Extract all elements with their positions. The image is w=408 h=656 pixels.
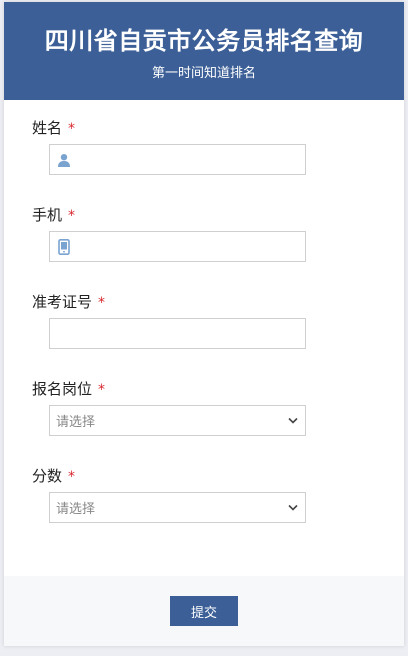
ticket-input-box[interactable] <box>49 318 306 349</box>
ticket-label: 准考证号 * <box>32 293 106 311</box>
required-marker: * <box>98 382 106 398</box>
name-label: 姓名 * <box>32 119 76 137</box>
position-select[interactable]: 请选择 <box>49 405 306 436</box>
mobile-phone-icon <box>50 232 78 261</box>
required-marker: * <box>98 295 106 311</box>
score-label: 分数 * <box>32 467 76 485</box>
page-title: 四川省自贡市公务员排名查询 <box>44 27 364 55</box>
phone-label: 手机 * <box>32 206 76 224</box>
required-marker: * <box>68 121 76 137</box>
header-banner: 四川省自贡市公务员排名查询 第一时间知道排名 <box>4 2 404 100</box>
name-input[interactable] <box>78 145 305 174</box>
form-card: 四川省自贡市公务员排名查询 第一时间知道排名 姓名 * 手机 * 准考证号 * … <box>4 2 404 646</box>
page-subtitle: 第一时间知道排名 <box>151 66 256 81</box>
name-input-box[interactable] <box>49 144 306 175</box>
position-label: 报名岗位 * <box>32 380 106 398</box>
position-select-value: 请选择 <box>56 415 96 430</box>
chevron-down-icon[interactable] <box>281 493 305 522</box>
ticket-number-input[interactable] <box>50 319 305 348</box>
submit-button[interactable]: 提交 <box>170 596 238 626</box>
score-select-value: 请选择 <box>56 502 96 517</box>
required-marker: * <box>68 469 76 485</box>
required-marker: * <box>68 208 76 224</box>
phone-input[interactable] <box>78 232 305 261</box>
form-footer: 提交 <box>4 576 404 646</box>
user-icon <box>50 145 78 174</box>
score-select[interactable]: 请选择 <box>49 492 306 523</box>
chevron-down-icon[interactable] <box>281 406 305 435</box>
phone-input-box[interactable] <box>49 231 306 262</box>
